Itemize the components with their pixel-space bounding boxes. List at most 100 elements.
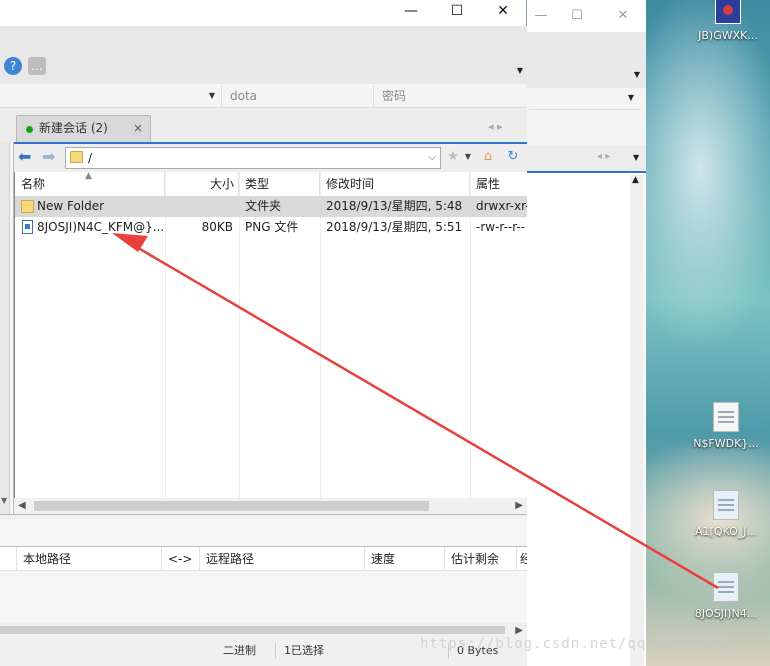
- scrollbar-thumb[interactable]: [34, 501, 429, 511]
- column-header-extra[interactable]: 经: [517, 547, 527, 571]
- scroll-right-icon[interactable]: ▶: [515, 498, 523, 514]
- image-file-icon: [715, 0, 741, 24]
- desktop-icon-a1qko[interactable]: A1[QKO_J...: [686, 490, 766, 538]
- chevron-down-icon[interactable]: ⌵: [428, 148, 436, 168]
- chevron-down-icon[interactable]: ▼: [460, 149, 476, 165]
- background-select[interactable]: ▼: [529, 88, 640, 110]
- maximize-button[interactable]: ☐: [434, 0, 480, 24]
- password-field[interactable]: 密码: [374, 86, 527, 106]
- toolbar: ? … ▼: [0, 26, 527, 84]
- chevron-down-icon[interactable]: ▼: [633, 153, 639, 162]
- tab-scroll-icon[interactable]: ◂ ▸: [488, 120, 503, 133]
- chevron-down-icon: ▼: [208, 91, 215, 100]
- connected-status-icon: [26, 126, 33, 133]
- chevron-down-icon[interactable]: ▼: [517, 66, 523, 75]
- tab-new-session[interactable]: 新建会话 (2) ×: [16, 115, 151, 142]
- scrollbar[interactable]: ▲: [630, 175, 644, 666]
- username-field[interactable]: dota: [222, 86, 374, 106]
- help-icon[interactable]: ?: [4, 57, 22, 75]
- png-file-icon: [22, 220, 33, 234]
- local-scrollbar[interactable]: [0, 142, 10, 514]
- background-content: [521, 173, 646, 666]
- file-modified: 2018/9/13/星期四, 5:48: [326, 199, 463, 213]
- file-name-text: 8JOSJI)N4C_KFM@}...: [37, 220, 165, 234]
- close-tab-icon[interactable]: ×: [133, 116, 143, 141]
- chat-icon[interactable]: …: [28, 57, 46, 75]
- file-list-scrollbar[interactable]: ◀ ▶: [14, 498, 527, 514]
- forward-arrow-icon[interactable]: ➡: [42, 148, 62, 166]
- file-attributes: drwxr-xr-: [476, 199, 527, 213]
- background-window[interactable]: — ☐ ✕ ▼ ▼ ◂ ▸ ▼ ▲: [520, 0, 646, 666]
- column-header-attributes[interactable]: 属性: [470, 172, 527, 196]
- tab-strip: 新建会话 (2) × ◂ ▸: [0, 108, 527, 142]
- column-header-local-path[interactable]: 本地路径: [16, 547, 162, 571]
- nav-arrows-icon[interactable]: ◂ ▸: [597, 151, 610, 162]
- column-header-direction[interactable]: <->: [162, 547, 200, 571]
- tab-label: 新建会话 (2): [39, 121, 108, 135]
- column-label: 名称: [21, 177, 46, 191]
- refresh-icon[interactable]: ↻: [505, 149, 521, 165]
- chevron-down-icon[interactable]: ▼: [634, 70, 640, 79]
- watermark: https://blog.csdn.net/qq_29558835: [420, 636, 732, 652]
- file-name-text: New Folder: [37, 199, 105, 213]
- chevron-down-icon[interactable]: ▼: [1, 496, 7, 505]
- folder-icon: [70, 151, 83, 163]
- desktop-icon-label: 8JOSJI)N4...: [694, 607, 758, 620]
- desktop-icon-label: JB)GWXK...: [698, 29, 758, 42]
- transfer-header: 本地路径 <-> 远程路径 速度 估计剩余 经: [0, 547, 527, 571]
- connection-bar: ▼ dota 密码: [0, 84, 527, 108]
- column-header-type[interactable]: 类型: [239, 172, 320, 196]
- column-header-name[interactable]: 名称 ▲: [15, 172, 165, 196]
- desktop-icon-label: A1[QKO_J...: [695, 525, 757, 538]
- file-size: [165, 196, 233, 217]
- chevron-up-icon[interactable]: ▲: [632, 175, 639, 185]
- image-file-icon: [713, 572, 739, 602]
- file-size: 80KB: [201, 220, 233, 234]
- file-row[interactable]: 8JOSJI)N4C_KFM@}... 80KB PNG 文件 2018/9/1…: [15, 217, 527, 238]
- bookmark-star-icon[interactable]: ★: [445, 149, 461, 165]
- desktop-icon-8josji[interactable]: 8JOSJI)N4...: [686, 572, 766, 620]
- file-name: 8JOSJI)N4C_KFM@}...: [21, 217, 171, 238]
- column-header-eta[interactable]: 估计剩余: [445, 547, 517, 571]
- file-attributes: -rw-r--r--: [476, 220, 526, 234]
- file-name: New Folder: [21, 196, 171, 217]
- file-type: PNG 文件: [245, 220, 299, 234]
- desktop-icon-label: N$FWDK}...: [693, 437, 759, 450]
- background-window-titlebar[interactable]: — ☐ ✕: [521, 0, 646, 32]
- desktop-icon-nfwdk[interactable]: N$FWDK}...: [686, 402, 766, 450]
- close-icon[interactable]: ✕: [613, 6, 633, 26]
- remote-file-list: 名称 ▲ 大小 类型 修改时间 属性 New Folder 文件夹 2018/9…: [14, 172, 527, 514]
- minimize-button[interactable]: —: [388, 0, 434, 24]
- sftp-window[interactable]: — ☐ ✕ ? … ▼ ▼ dota 密码 新建会话 (2) × ◂ ▸ ▼ ⬅…: [0, 0, 527, 666]
- scroll-left-icon[interactable]: ◀: [18, 498, 26, 514]
- path-bar: ⬅ ➡ / ⌵ ★ ▼ ⌂ ↻: [14, 142, 527, 172]
- maximize-icon[interactable]: ☐: [567, 6, 587, 26]
- transfer-mode[interactable]: 二进制: [215, 643, 275, 659]
- close-button[interactable]: ✕: [480, 0, 526, 24]
- transfer-queue-list[interactable]: [0, 571, 527, 627]
- host-field[interactable]: ▼: [0, 86, 222, 106]
- file-type: 文件夹: [245, 199, 282, 213]
- home-icon[interactable]: ⌂: [480, 149, 496, 165]
- window-titlebar[interactable]: — ☐ ✕: [0, 0, 526, 26]
- column-header-speed[interactable]: 速度: [365, 547, 445, 571]
- background-pathbar: ◂ ▸ ▼: [521, 145, 646, 171]
- file-modified: 2018/9/13/星期四, 5:51: [326, 220, 463, 234]
- image-file-icon: [713, 490, 739, 520]
- path-value: /: [88, 151, 93, 165]
- chevron-down-icon: ▼: [627, 93, 634, 102]
- back-arrow-icon[interactable]: ⬅: [18, 148, 38, 166]
- path-input[interactable]: / ⌵: [65, 147, 441, 169]
- column-header-remote-path[interactable]: 远程路径: [200, 547, 365, 571]
- transfer-panel-gap: [0, 519, 527, 547]
- sort-ascending-icon: ▲: [85, 172, 92, 181]
- minimize-icon[interactable]: —: [531, 6, 551, 26]
- column-header-size[interactable]: 大小: [165, 172, 239, 196]
- desktop-icon-jb[interactable]: JB)GWXK...: [688, 0, 768, 42]
- file-row[interactable]: New Folder 文件夹 2018/9/13/星期四, 5:48 drwxr…: [15, 196, 527, 217]
- column-header-modified[interactable]: 修改时间: [320, 172, 470, 196]
- background-toolbar: ▼: [521, 32, 646, 88]
- folder-icon: [21, 200, 34, 213]
- local-panel-edge: ▼: [0, 142, 14, 514]
- selection-count: 1已选择: [275, 643, 375, 659]
